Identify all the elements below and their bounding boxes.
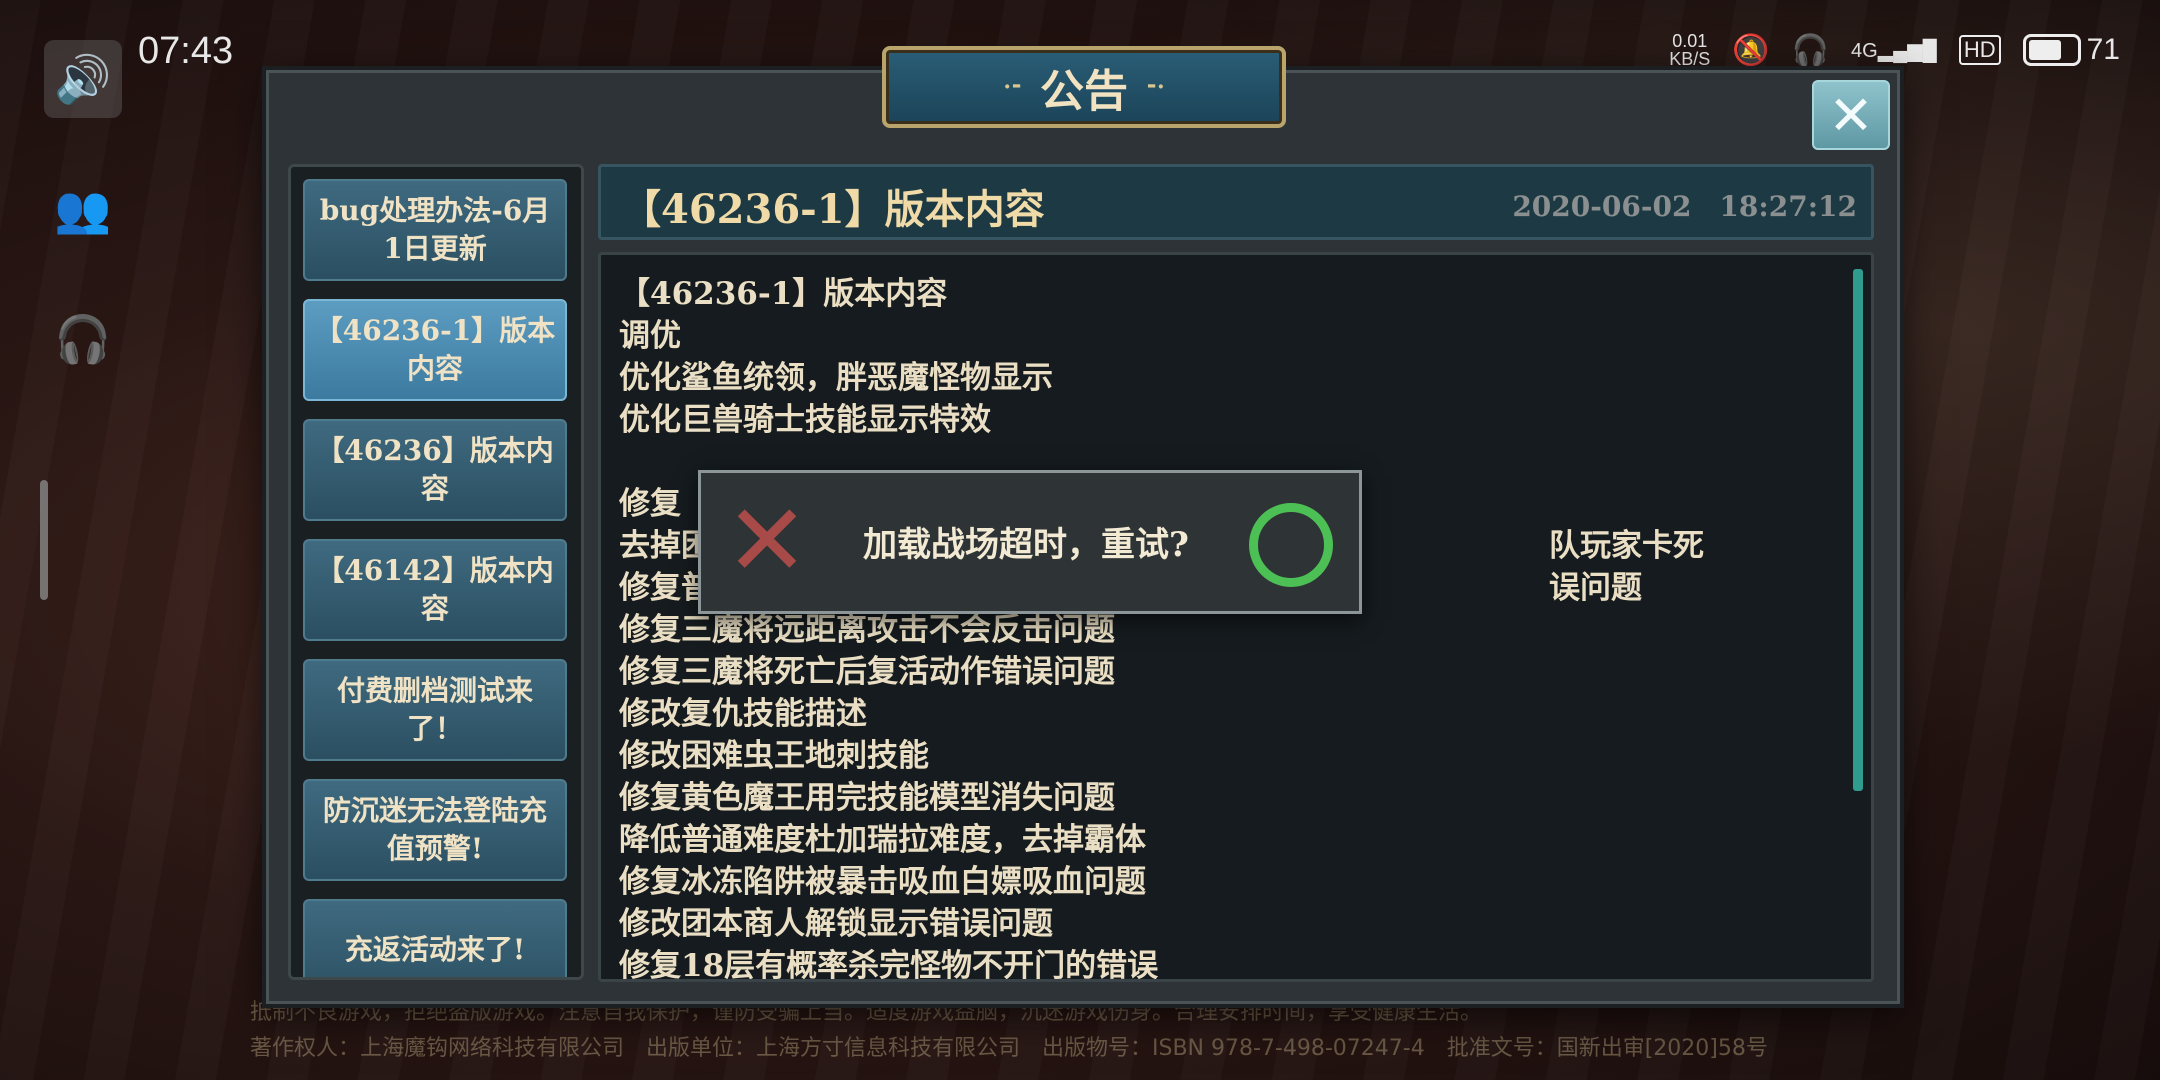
announcement-item[interactable]: 付费删档测试来了！	[303, 659, 567, 761]
battery-level: 71	[2086, 33, 2120, 66]
content-line: 优化鲨鱼统领，胖恶魔怪物显示	[619, 360, 1053, 396]
speaker-icon[interactable]: 🔊	[44, 40, 122, 118]
footer-copyright: 著作权人：上海魔钩网络科技有限公司 出版单位：上海方寸信息科技有限公司 出版物号…	[250, 1036, 1768, 1061]
battery-indicator: 71	[2022, 33, 2120, 67]
content-header: 【46236-1】版本内容 2020-06-02 18:27:12	[598, 164, 1874, 240]
announcement-item[interactable]: 充返活动来了!	[303, 899, 567, 977]
panel-title: ·⁃ 公告 ⁃·	[882, 46, 1286, 128]
content-line: 修复黄色魔王用完技能模型消失问题	[619, 780, 1115, 816]
content-line: 修复三魔将死亡后复活动作错误问题	[619, 654, 1115, 690]
content-line: 降低普通难度杜加瑞拉难度，去掉霸体	[619, 822, 1146, 858]
announcement-item[interactable]: 【46142】版本内容	[303, 539, 567, 641]
left-toolbar: 🔊 👥 🎧	[44, 40, 134, 430]
close-icon: ✕	[1828, 83, 1874, 147]
cross-icon: ✕	[725, 482, 809, 599]
status-icons: 0.01 KB/S 🔕 🎧 4G▂▄▆█ HD 71	[1669, 32, 2120, 68]
content-line: 【46236-1】版本内容	[619, 276, 948, 312]
panel-title-text: 公告	[1040, 66, 1128, 117]
clock: 07:43	[138, 30, 234, 72]
content-line: 优化巨兽骑士技能显示特效	[619, 402, 991, 438]
headphones-icon: 🎧	[1791, 33, 1830, 67]
content-text: 【46236-1】版本内容 调优 优化鲨鱼统领，胖恶魔怪物显示 优化巨兽骑士技能…	[619, 273, 1704, 982]
battery-icon	[2022, 34, 2081, 66]
confirm-circle-button[interactable]	[1249, 503, 1333, 587]
content-date: 2020-06-02 18:27:12	[1512, 190, 1857, 223]
content-scrollbar[interactable]	[1853, 269, 1863, 791]
side-handle[interactable]	[40, 480, 48, 600]
announcement-item[interactable]: 防沉迷无法登陆充值预警!	[303, 779, 567, 881]
announcement-item-active[interactable]: 【46236-1】版本内容	[303, 299, 567, 401]
content-line: 修改复仇技能描述	[619, 696, 867, 732]
muted-bell-icon: 🔕	[1732, 33, 1770, 67]
announcement-list[interactable]: bug处理办法-6月1日更新 【46236-1】版本内容 【46236】版本内容…	[288, 164, 584, 980]
announcement-item[interactable]: bug处理办法-6月1日更新	[303, 179, 567, 281]
network-speed: 0.01 KB/S	[1669, 31, 1711, 69]
title-ornament-right: ⁃·	[1146, 74, 1165, 100]
content-line: 修复三魔将远距离攻击不会反击问题	[619, 612, 1115, 648]
content-title: 【46236-1】版本内容	[621, 186, 1045, 233]
hd-icon: HD	[1958, 35, 2001, 65]
content-line: 修改团本商人解锁显示错误问题	[619, 906, 1053, 942]
announcement-item[interactable]: 【46236】版本内容	[303, 419, 567, 521]
close-button[interactable]: ✕	[1812, 80, 1890, 150]
retry-dialog: ✕ 加载战场超时，重试?	[698, 470, 1362, 614]
signal-icon: 4G▂▄▆█	[1851, 39, 1937, 62]
content-line: 修改困难虫王地刺技能	[619, 738, 929, 774]
title-ornament-left: ·⁃	[1003, 74, 1022, 100]
content-line: 调优	[619, 318, 681, 354]
content-body[interactable]: 【46236-1】版本内容 调优 优化鲨鱼统领，胖恶魔怪物显示 优化巨兽骑士技能…	[598, 252, 1874, 982]
friends-icon[interactable]: 👥	[44, 170, 122, 248]
cancel-button[interactable]: ✕	[725, 482, 809, 599]
dialog-message: 加载战场超时，重试?	[863, 525, 1189, 565]
support-icon[interactable]: 🎧	[44, 300, 122, 378]
content-line: 修复冰冻陷阱被暴击吸血白嫖吸血问题	[619, 864, 1146, 900]
content-line: 修复18层有概率杀完怪物不开门的错误	[619, 948, 1159, 982]
